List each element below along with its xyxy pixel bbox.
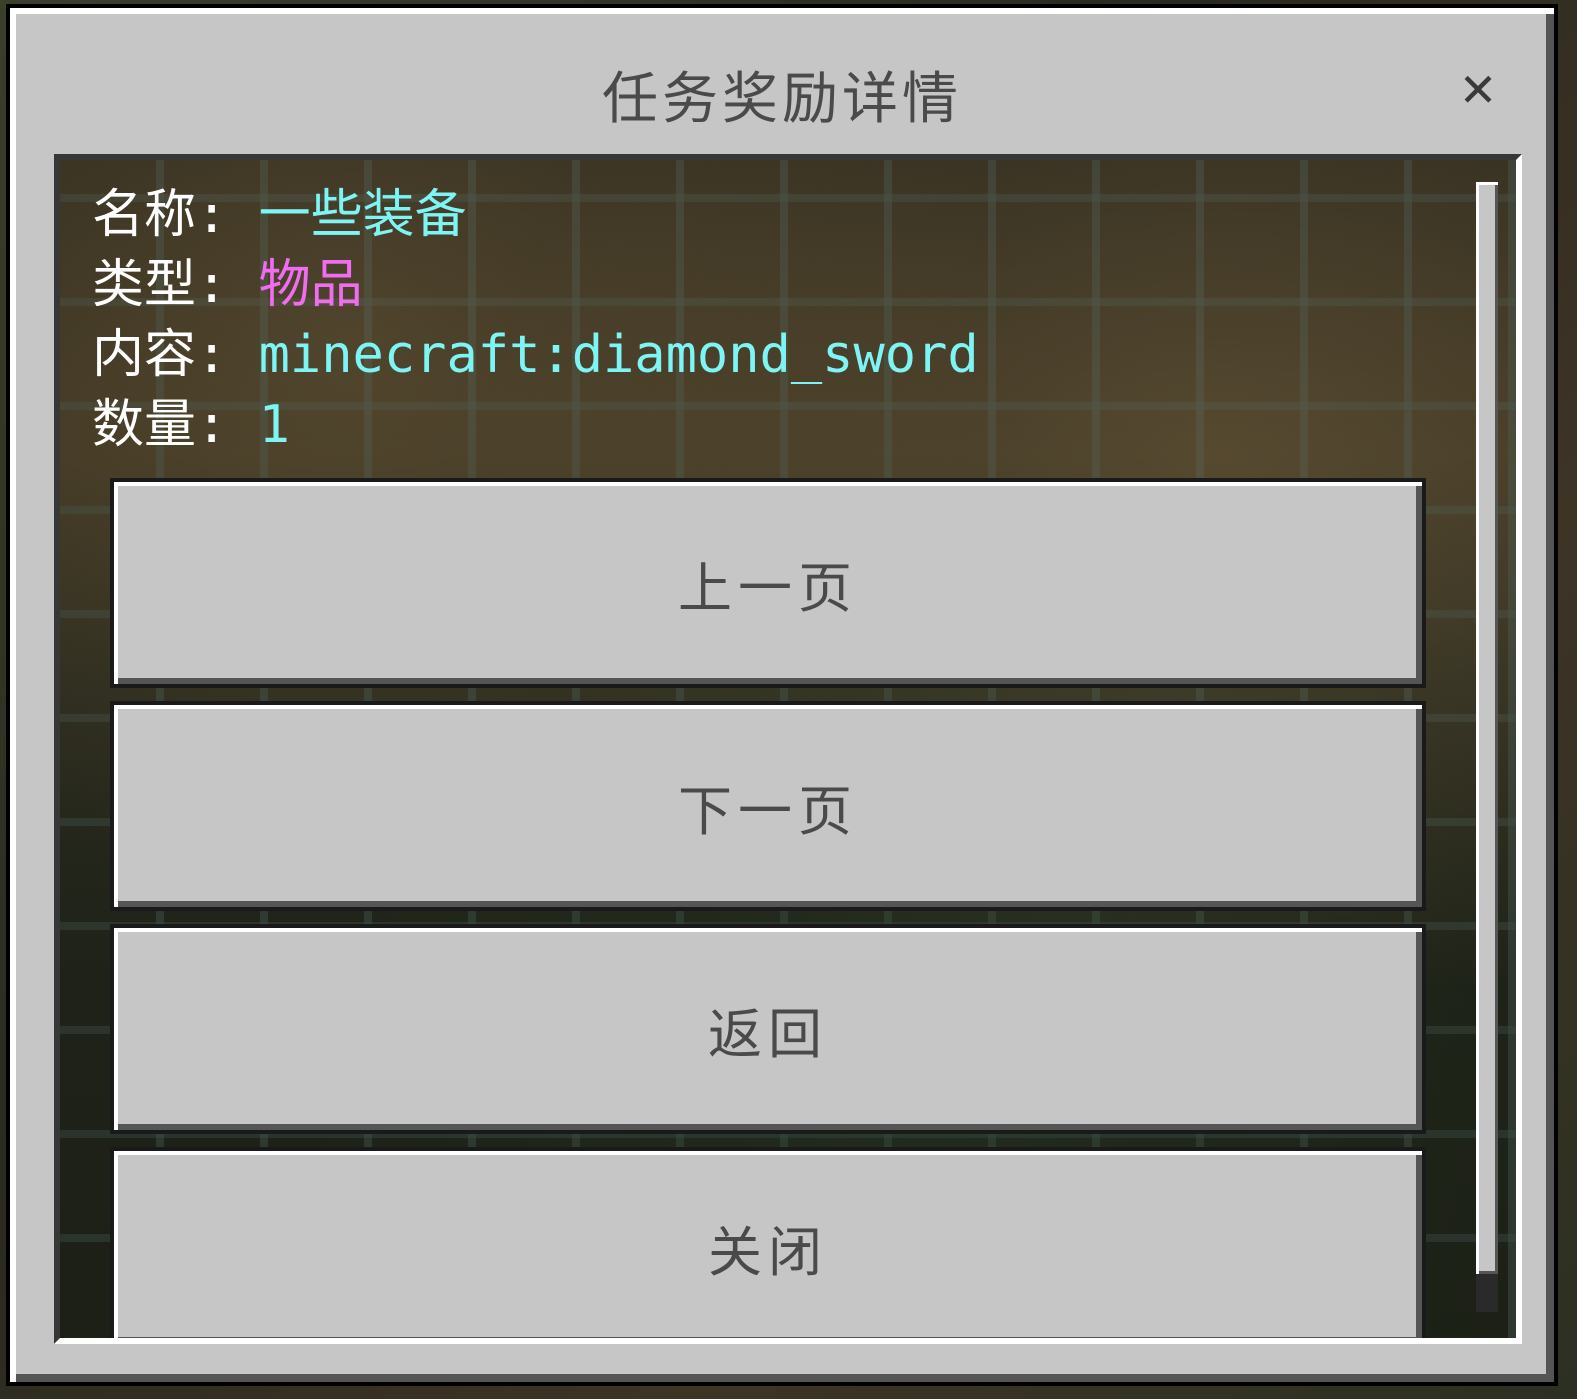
prev-page-button[interactable]: 上一页 xyxy=(110,478,1426,688)
scrollbar-thumb[interactable] xyxy=(1476,182,1498,1274)
next-page-button[interactable]: 下一页 xyxy=(110,701,1426,911)
type-label: 类型: xyxy=(92,255,228,315)
name-label: 名称: xyxy=(92,185,228,245)
type-value: 物品 xyxy=(258,255,363,315)
content-value: minecraft:diamond_sword xyxy=(258,325,979,385)
reward-info: 名称: 一些装备 类型: 物品 内容: minecraft:diamond_sw… xyxy=(92,180,979,460)
close-icon[interactable]: ✕ xyxy=(1454,66,1502,114)
count-label: 数量: xyxy=(92,395,228,455)
content-label: 内容: xyxy=(92,325,228,385)
scroll-content-panel: 名称: 一些装备 类型: 物品 内容: minecraft:diamond_sw… xyxy=(54,154,1522,1344)
info-row-count: 数量: 1 xyxy=(92,390,979,460)
dialog-title: 任务奖励详情 xyxy=(602,67,962,132)
reward-details-dialog: 任务奖励详情 ✕ 名称: 一些装备 类型: 物品 内容: minecraft:d… xyxy=(6,4,1558,1386)
info-row-type: 类型: 物品 xyxy=(92,250,979,320)
back-button[interactable]: 返回 xyxy=(110,924,1426,1134)
name-value: 一些装备 xyxy=(258,185,467,245)
scrollbar[interactable] xyxy=(1476,182,1498,1312)
close-button[interactable]: 关闭 xyxy=(110,1147,1426,1338)
info-row-content: 内容: minecraft:diamond_sword xyxy=(92,320,979,390)
info-row-name: 名称: 一些装备 xyxy=(92,180,979,250)
count-value: 1 xyxy=(258,395,290,455)
